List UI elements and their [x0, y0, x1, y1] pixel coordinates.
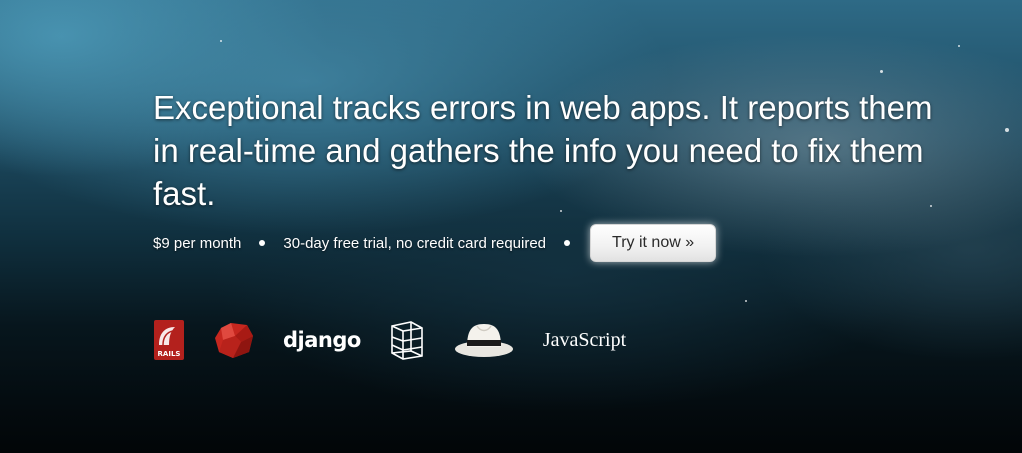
supported-platforms-logos: RAILS django JavaScript [153, 316, 654, 364]
javascript-logo-text: JavaScript [542, 328, 627, 351]
star-decoration [1005, 128, 1009, 132]
star-decoration [220, 40, 222, 42]
try-it-now-button[interactable]: Try it now » [590, 224, 717, 262]
ruby-gem-icon [215, 323, 253, 358]
rails-icon: RAILS [154, 320, 184, 360]
hero-section: Exceptional tracks errors in web apps. I… [0, 0, 1022, 453]
ruby-logo [213, 320, 255, 360]
bullet-separator [259, 240, 266, 246]
rails-logo: RAILS [153, 319, 185, 361]
trial-text: 30-day free trial, no credit card requir… [283, 234, 547, 252]
javascript-logo: JavaScript [543, 329, 626, 352]
rails-logo-text: RAILS [158, 350, 181, 358]
star-decoration [880, 70, 883, 73]
django-logo-text: django [283, 328, 361, 352]
hat-logo [453, 320, 515, 360]
wireframe-box-icon [391, 321, 423, 360]
star-decoration [958, 45, 960, 47]
price-text: $9 per month [153, 234, 242, 252]
hero-headline: Exceptional tracks errors in web apps. I… [153, 89, 933, 212]
star-decoration [745, 300, 747, 302]
rack-logo [389, 320, 425, 360]
pricing-row: $9 per month 30-day free trial, no credi… [153, 224, 717, 262]
bullet-separator [564, 240, 571, 246]
django-logo: django [283, 328, 361, 352]
fedora-hat-icon [454, 324, 513, 357]
